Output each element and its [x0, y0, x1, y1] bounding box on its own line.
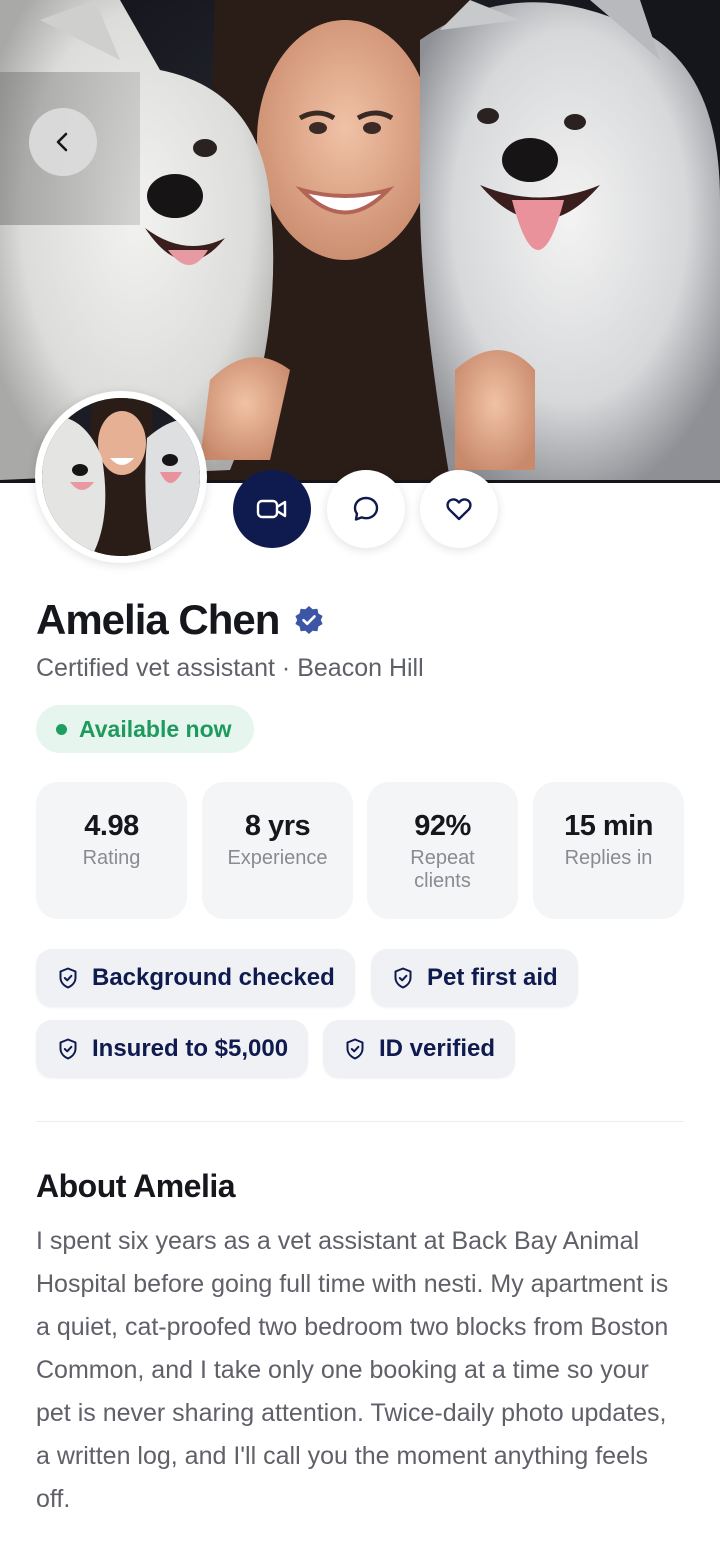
favorite-button[interactable]: [420, 470, 498, 548]
stat-label: Replies in: [564, 847, 653, 869]
stat-label: Experience: [227, 847, 328, 869]
availability-label: Available now: [79, 715, 232, 742]
shield-check-icon: [59, 967, 77, 989]
badge-label: Insured to $5,000: [92, 1035, 289, 1062]
video-call-button[interactable]: [233, 470, 311, 548]
shield-check-icon: [346, 1038, 364, 1060]
about-text: I spent six years as a vet assistant at …: [36, 1227, 669, 1513]
chevron-left-icon: [56, 132, 68, 152]
profile-subtitle: Certified vet assistant · Beacon Hill: [36, 654, 424, 682]
shield-check-icon: [394, 967, 412, 989]
stat-card-repeat-clients: 92% Repeat clients: [367, 782, 518, 919]
stat-value: 92%: [414, 810, 471, 842]
badge-label: Pet first aid: [427, 964, 558, 991]
stat-value: 8 yrs: [244, 810, 311, 842]
status-dot-icon: [56, 723, 67, 735]
chat-bubble-icon: [353, 496, 379, 521]
stat-card-experience: 8 yrs Experience: [202, 782, 353, 919]
video-camera-icon: [256, 499, 287, 519]
stat-value: 4.98: [84, 810, 139, 842]
back-button[interactable]: [29, 108, 97, 176]
about-heading: About Amelia: [36, 1168, 236, 1204]
heart-icon: [446, 498, 472, 521]
badge-label: Background checked: [92, 964, 335, 991]
section-divider: [36, 1121, 684, 1122]
profile-name-row: Amelia Chen: [36, 596, 324, 644]
trust-badge-background-check: Background checked: [36, 949, 355, 1007]
trust-badge-insured: Insured to $5,000: [36, 1020, 309, 1078]
avatar: [35, 391, 207, 563]
avatar-photo: [42, 398, 200, 556]
message-button[interactable]: [327, 470, 405, 548]
profile-name: Amelia Chen: [36, 596, 280, 643]
stat-label: Repeat clients: [410, 847, 475, 892]
stat-card-response-time: 15 min Replies in: [533, 782, 684, 919]
availability-badge: Available now: [36, 705, 254, 753]
trust-badge-pet-first-aid: Pet first aid: [371, 949, 578, 1007]
stat-value: 15 min: [564, 810, 653, 842]
verified-badge-icon: [294, 605, 324, 635]
stat-card-rating: 4.98 Rating: [36, 782, 187, 919]
badge-label: ID verified: [379, 1035, 496, 1062]
shield-check-icon: [59, 1038, 77, 1060]
stat-label: Rating: [82, 847, 141, 869]
trust-badge-id-verified: ID verified: [323, 1020, 516, 1078]
